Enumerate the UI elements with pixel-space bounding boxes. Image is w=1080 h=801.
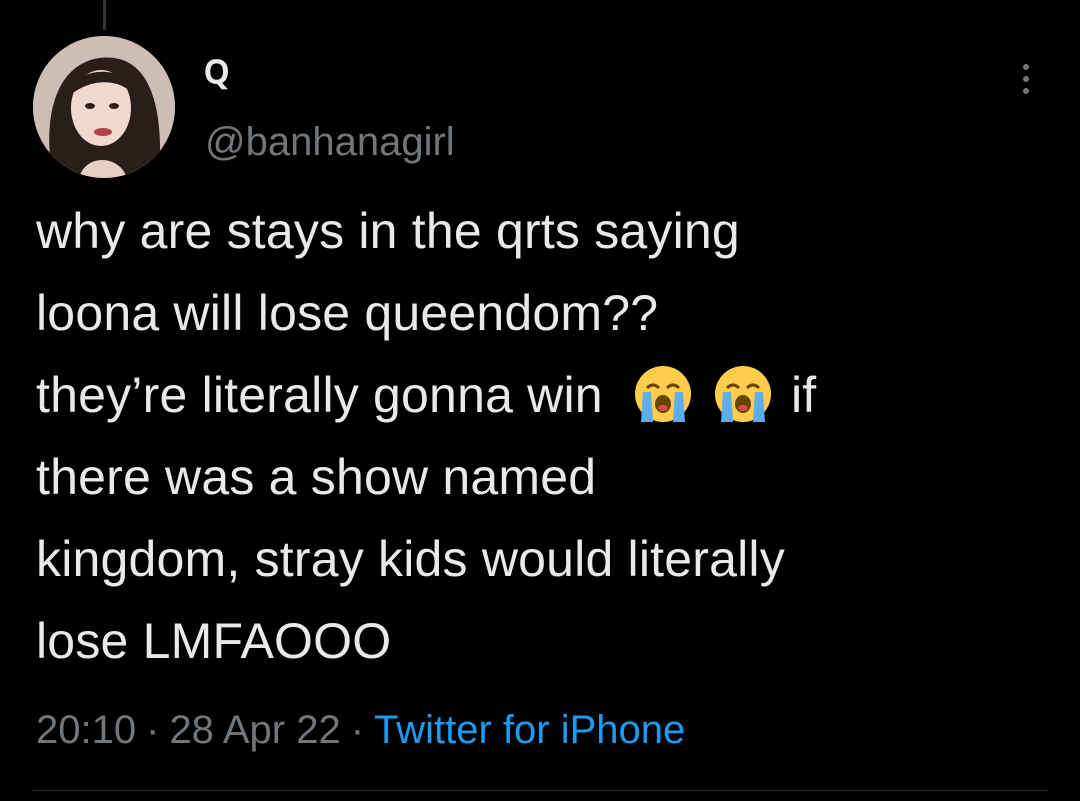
tweet-text-segment: they’re literally gonna win bbox=[36, 367, 603, 423]
avatar[interactable] bbox=[33, 36, 175, 178]
tweet-text-line: there was a show named bbox=[36, 449, 597, 505]
tweet-text: why are stays in the qrts saying loona w… bbox=[36, 190, 1046, 682]
more-dot-icon bbox=[1023, 88, 1029, 94]
separator: · bbox=[146, 708, 160, 752]
display-name[interactable]: ꞯ bbox=[204, 50, 229, 90]
tweet-text-line: they’re literally gonna win if bbox=[36, 354, 1046, 436]
thread-connector-line bbox=[103, 0, 106, 30]
more-options-button[interactable] bbox=[1008, 56, 1044, 96]
tweet-text-line: lose LMFAOOO bbox=[36, 613, 392, 669]
tweet-metadata: 20:10 · 28 Apr 22 · Twitter for iPhone bbox=[36, 700, 685, 760]
more-dot-icon bbox=[1023, 76, 1029, 82]
loudly-crying-face-icon bbox=[635, 366, 691, 422]
tweet-text-line: loona will lose queendom?? bbox=[36, 285, 659, 341]
tweet-date[interactable]: 28 Apr 22 bbox=[169, 708, 340, 752]
avatar-photo bbox=[33, 36, 175, 178]
more-dot-icon bbox=[1023, 64, 1029, 70]
tweet-source-link[interactable]: Twitter for iPhone bbox=[374, 708, 685, 752]
divider bbox=[32, 790, 1048, 791]
user-handle[interactable]: @banhanagirl bbox=[205, 118, 455, 166]
tweet-text-segment: if bbox=[791, 367, 817, 423]
loudly-crying-face-icon bbox=[715, 366, 771, 422]
tweet-text-line: kingdom, stray kids would literally bbox=[36, 531, 785, 587]
tweet-text-line: why are stays in the qrts saying bbox=[36, 203, 740, 259]
tweet-time[interactable]: 20:10 bbox=[36, 708, 136, 752]
separator: · bbox=[350, 708, 365, 752]
